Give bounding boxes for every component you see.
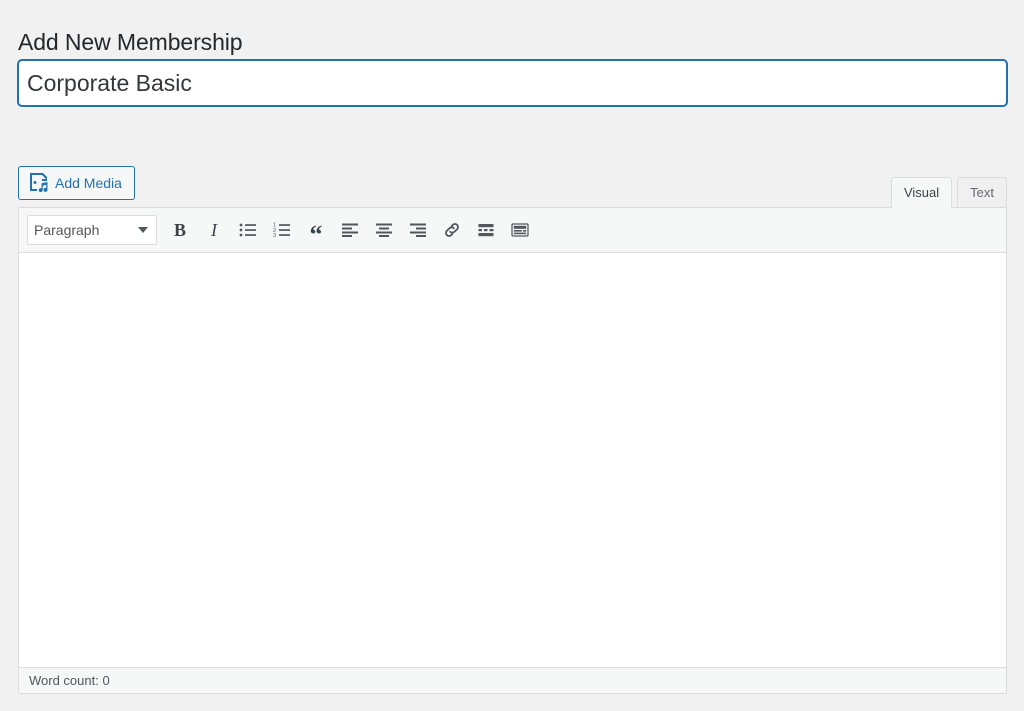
align-right-icon	[409, 221, 427, 239]
blockquote-icon: “	[309, 220, 323, 250]
editor-content-area[interactable]	[19, 253, 1006, 667]
insert-link-button[interactable]	[437, 215, 467, 245]
editor-mode-tabs: Visual Text	[886, 170, 1007, 208]
align-center-icon	[375, 221, 393, 239]
add-media-label: Add Media	[55, 175, 122, 191]
align-right-button[interactable]	[403, 215, 433, 245]
format-select-value: Paragraph	[34, 222, 100, 238]
bulleted-list-icon	[239, 221, 257, 239]
add-media-button[interactable]: Add Media	[18, 166, 135, 200]
numbered-list-icon: 1 2 3	[273, 221, 291, 239]
admin-media-icon	[29, 173, 49, 193]
tab-text[interactable]: Text	[957, 177, 1007, 208]
align-left-button[interactable]	[335, 215, 365, 245]
admin-page: Add New Membership Add Media Visual Text…	[0, 0, 1024, 711]
membership-title-input[interactable]	[18, 60, 1007, 106]
align-left-icon	[341, 221, 359, 239]
chevron-down-icon	[138, 227, 148, 233]
read-more-icon	[477, 221, 495, 239]
numbered-list-button[interactable]: 1 2 3	[267, 215, 297, 245]
read-more-button[interactable]	[471, 215, 501, 245]
italic-icon: I	[211, 220, 217, 240]
toolbar-toggle-button[interactable]	[505, 215, 535, 245]
editor-toolbar: Paragraph B I 1 2 3 “	[19, 208, 1006, 253]
editor-statusbar: Word count: 0	[19, 667, 1006, 693]
italic-button[interactable]: I	[199, 215, 229, 245]
insert-link-icon	[443, 221, 461, 239]
bold-button[interactable]: B	[165, 215, 195, 245]
word-count: Word count: 0	[29, 673, 110, 688]
bulleted-list-button[interactable]	[233, 215, 263, 245]
media-buttons-row: Add Media	[18, 166, 1007, 201]
page-title: Add New Membership	[18, 29, 243, 56]
editor-container: Paragraph B I 1 2 3 “ Word count: 0	[18, 207, 1007, 694]
toolbar-toggle-icon	[511, 221, 529, 239]
align-center-button[interactable]	[369, 215, 399, 245]
paragraph-format-select[interactable]: Paragraph	[27, 215, 157, 245]
title-field-wrapper	[18, 60, 1007, 106]
svg-text:3: 3	[273, 233, 276, 239]
blockquote-button[interactable]: “	[301, 215, 331, 250]
bold-icon: B	[173, 220, 186, 240]
tab-visual[interactable]: Visual	[890, 177, 953, 208]
